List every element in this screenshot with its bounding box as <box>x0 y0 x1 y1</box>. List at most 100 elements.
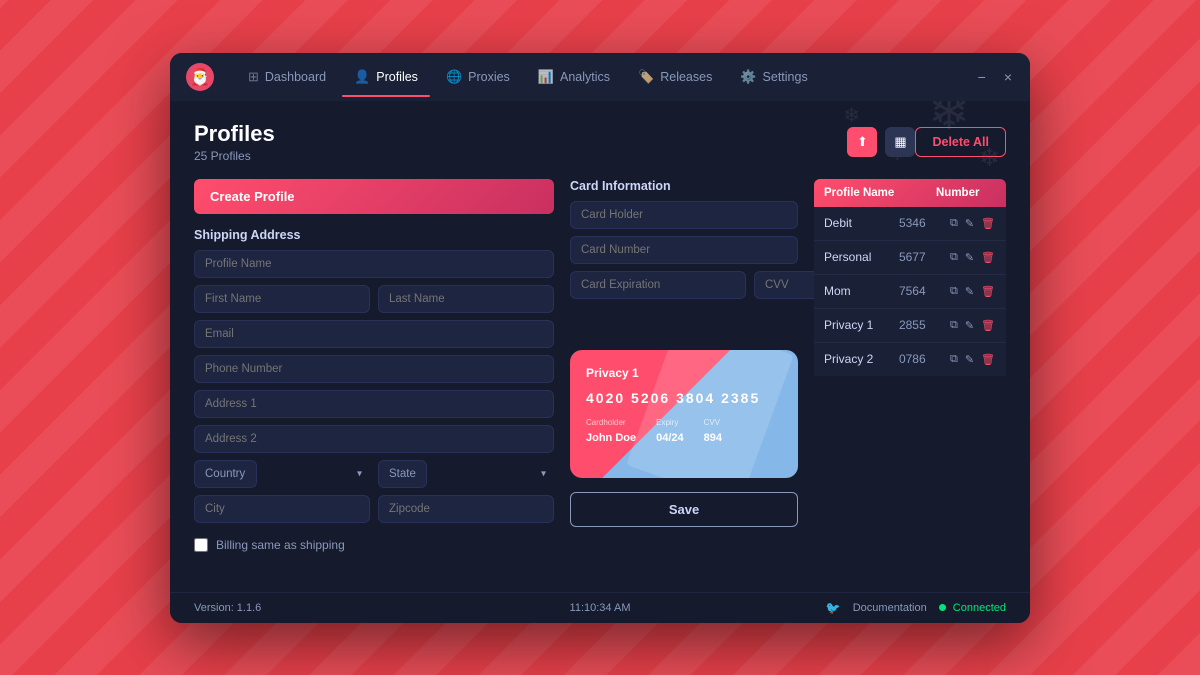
copy-btn-1[interactable]: ⧉ <box>949 250 959 265</box>
app-window: ❄ ❄ ❄ ❄ 🎅 ⊞ Dashboard 👤 Profiles 🌐 Proxi… <box>170 53 1030 623</box>
upload-button[interactable]: ⬆ <box>847 127 877 157</box>
profile-name-input[interactable] <box>194 250 554 278</box>
cvv-label: CVV <box>704 418 722 427</box>
cardholder-row <box>570 201 798 229</box>
card-visual: Privacy 1 4020 5206 3804 2385 Cardholder… <box>570 350 798 478</box>
edit-btn-1[interactable]: ✎ <box>964 250 975 265</box>
profile-number-1: 5677 <box>899 250 949 264</box>
country-state-row: Country State <box>194 460 554 488</box>
profile-name-4: Privacy 2 <box>824 352 899 366</box>
svg-text:🎅: 🎅 <box>190 67 210 86</box>
minimize-button[interactable]: − <box>974 67 990 87</box>
address1-input[interactable] <box>194 390 554 418</box>
card-cardholder-field: Cardholder John Doe <box>586 418 636 446</box>
city-input[interactable] <box>194 495 370 523</box>
profile-actions-4: ⧉ ✎ 🗑 <box>949 352 996 367</box>
tab-profiles[interactable]: 👤 Profiles <box>342 63 430 91</box>
version-label: Version: 1.1.6 <box>194 602 465 614</box>
main-content: Profiles 25 Profiles ⬆ ▦ Delete All Crea… <box>170 101 1030 592</box>
edit-btn-0[interactable]: ✎ <box>964 216 975 231</box>
profile-number-4: 0786 <box>899 352 949 366</box>
card-cvv-field: CVV 894 <box>704 418 722 446</box>
delete-btn-2[interactable]: 🗑 <box>980 284 996 299</box>
time-label: 11:10:34 AM <box>465 602 736 614</box>
edit-btn-4[interactable]: ✎ <box>964 352 975 367</box>
copy-btn-0[interactable]: ⧉ <box>949 216 959 231</box>
profile-actions-2: ⧉ ✎ 🗑 <box>949 284 996 299</box>
edit-btn-3[interactable]: ✎ <box>964 318 975 333</box>
cardholder-label: Cardholder <box>586 418 636 427</box>
tab-dashboard[interactable]: ⊞ Dashboard <box>236 63 338 91</box>
profile-row-3: Privacy 1 2855 ⧉ ✎ 🗑 <box>814 309 1006 343</box>
cvv-value: 894 <box>704 432 722 444</box>
settings-icon: ⚙️ <box>740 69 756 85</box>
phone-input[interactable] <box>194 355 554 383</box>
state-wrapper: State <box>378 460 554 488</box>
city-zip-row <box>194 495 554 523</box>
first-name-input[interactable] <box>194 285 370 313</box>
delete-all-button[interactable]: Delete All <box>915 127 1006 157</box>
page-header: Profiles 25 Profiles ⬆ ▦ Delete All <box>194 121 1006 163</box>
country-select[interactable]: Country <box>194 460 257 488</box>
delete-btn-3[interactable]: 🗑 <box>980 318 996 333</box>
delete-btn-0[interactable]: 🗑 <box>980 216 996 231</box>
right-panel: Profile Name Number Debit 5346 ⧉ ✎ 🗑 Per… <box>814 179 1006 578</box>
expiry-label: Expiry <box>656 418 684 427</box>
save-button[interactable]: Save <box>570 492 798 527</box>
billing-label: Billing same as shipping <box>216 538 345 552</box>
card-visual-bottom: Cardholder John Doe Expiry 04/24 CVV 894 <box>586 418 782 446</box>
tab-dashboard-label: Dashboard <box>265 70 326 84</box>
last-name-input[interactable] <box>378 285 554 313</box>
copy-btn-4[interactable]: ⧉ <box>949 352 959 367</box>
tab-proxies-label: Proxies <box>468 70 510 84</box>
tab-analytics[interactable]: 📊 Analytics <box>526 63 622 91</box>
copy-btn-3[interactable]: ⧉ <box>949 318 959 333</box>
app-logo: 🎅 <box>184 61 216 93</box>
tab-profiles-label: Profiles <box>376 70 418 84</box>
analytics-icon: 📊 <box>538 69 554 85</box>
address2-row <box>194 425 554 453</box>
title-bar: 🎅 ⊞ Dashboard 👤 Profiles 🌐 Proxies 📊 Ana… <box>170 53 1030 101</box>
address2-input[interactable] <box>194 425 554 453</box>
profiles-icon: 👤 <box>354 69 370 85</box>
twitter-icon[interactable]: 🐦 <box>826 601 841 615</box>
phone-row <box>194 355 554 383</box>
edit-btn-2[interactable]: ✎ <box>964 284 975 299</box>
profile-number-2: 7564 <box>899 284 949 298</box>
expiry-input[interactable] <box>570 271 746 299</box>
cardnumber-input[interactable] <box>570 236 798 264</box>
page-title: Profiles <box>194 121 835 147</box>
email-input[interactable] <box>194 320 554 348</box>
card-section-title: Card Information <box>570 179 798 193</box>
close-button[interactable]: × <box>1000 67 1016 87</box>
nav-tabs: ⊞ Dashboard 👤 Profiles 🌐 Proxies 📊 Analy… <box>236 63 974 91</box>
address1-row <box>194 390 554 418</box>
profile-name-1: Personal <box>824 250 899 264</box>
connected-status: Connected <box>939 602 1006 614</box>
cardholder-input[interactable] <box>570 201 798 229</box>
expiry-cvv-row <box>570 271 798 299</box>
footer-right: 🐦 Documentation Connected <box>735 601 1006 615</box>
delete-btn-4[interactable]: 🗑 <box>980 352 996 367</box>
profile-name-2: Mom <box>824 284 899 298</box>
copy-btn-2[interactable]: ⧉ <box>949 284 959 299</box>
col-name-header: Profile Name <box>824 187 936 199</box>
card-info-section <box>570 201 798 306</box>
create-profile-button[interactable]: Create Profile <box>194 179 554 214</box>
footer: Version: 1.1.6 11:10:34 AM 🐦 Documentati… <box>170 592 1030 623</box>
tab-settings[interactable]: ⚙️ Settings <box>728 63 819 91</box>
page-subtitle: 25 Profiles <box>194 149 835 163</box>
middle-panel: Card Information Privacy 1 <box>570 179 798 578</box>
documentation-link[interactable]: Documentation <box>853 602 927 614</box>
content-area: Create Profile Shipping Address <box>194 179 1006 578</box>
delete-btn-1[interactable]: 🗑 <box>980 250 996 265</box>
billing-checkbox[interactable] <box>194 538 208 552</box>
zipcode-input[interactable] <box>378 495 554 523</box>
tab-proxies[interactable]: 🌐 Proxies <box>434 63 522 91</box>
left-panel: Create Profile Shipping Address <box>194 179 554 578</box>
tab-releases[interactable]: 🏷️ Releases <box>626 63 724 91</box>
page-title-block: Profiles 25 Profiles <box>194 121 835 163</box>
grid-button[interactable]: ▦ <box>885 127 915 157</box>
state-select[interactable]: State <box>378 460 427 488</box>
shipping-section-title: Shipping Address <box>194 228 554 242</box>
